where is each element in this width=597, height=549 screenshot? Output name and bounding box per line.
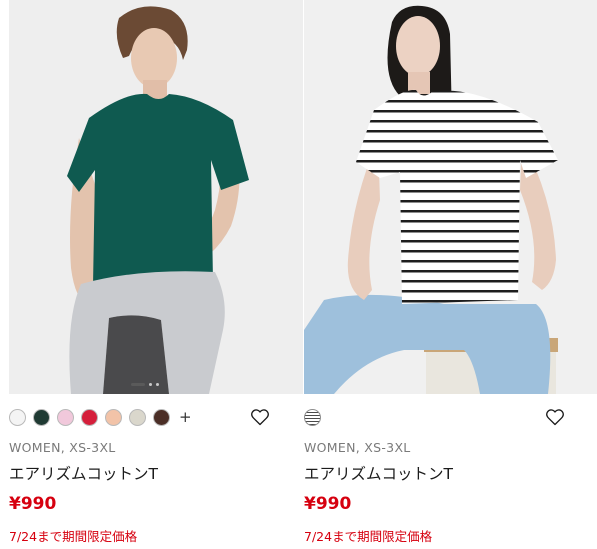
color-swatch[interactable] (153, 408, 170, 426)
carousel-dot[interactable] (149, 383, 152, 386)
color-swatch[interactable] (33, 408, 50, 426)
product-image[interactable] (304, 0, 597, 394)
heart-icon[interactable] (250, 407, 270, 427)
product-category-size: WOMEN, XS-3XL (9, 440, 116, 455)
color-swatch[interactable] (105, 408, 122, 426)
product-image[interactable] (9, 0, 303, 394)
product-card[interactable]: + WOMEN, XS-3XL エアリズムコットンT ¥990 7/24まで期間… (9, 0, 303, 544)
color-swatch[interactable] (9, 408, 26, 426)
promo-text: 7/24まで期間限定価格 (9, 529, 138, 544)
promo-text: 7/24まで期間限定価格 (304, 529, 433, 544)
model-photo-striped-tee (304, 0, 597, 394)
color-swatch-list (304, 406, 321, 428)
color-swatch[interactable] (57, 408, 74, 426)
color-swatch[interactable] (81, 408, 98, 426)
heart-icon[interactable] (545, 407, 565, 427)
product-category-size: WOMEN, XS-3XL (304, 440, 411, 455)
product-price: ¥990 (304, 494, 352, 514)
striped-swatch-icon[interactable] (304, 408, 321, 426)
image-carousel-indicator[interactable] (131, 383, 159, 386)
model-photo-green-tee (9, 0, 303, 394)
product-card[interactable]: WOMEN, XS-3XL エアリズムコットンT ¥990 7/24まで期間限定… (304, 0, 597, 544)
color-swatch[interactable] (129, 408, 146, 426)
more-colors-plus[interactable]: + (179, 408, 192, 426)
product-name[interactable]: エアリズムコットンT (304, 462, 453, 484)
carousel-dot-active[interactable] (131, 383, 145, 386)
product-price: ¥990 (9, 494, 57, 514)
carousel-dot[interactable] (156, 383, 159, 386)
color-swatch-list: + (9, 406, 192, 428)
product-name[interactable]: エアリズムコットンT (9, 462, 158, 484)
